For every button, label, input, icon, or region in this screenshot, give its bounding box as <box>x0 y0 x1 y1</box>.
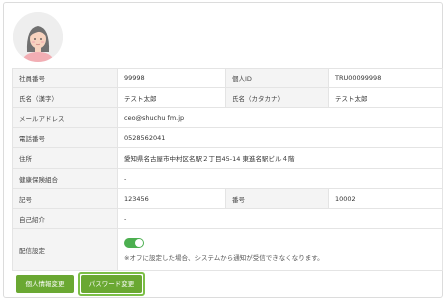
table-row: 配信設定 ※オフに設定した場合、システムから通知が受信できなくなります。 <box>12 228 443 271</box>
email-value: ceo@shuchu fm.jp <box>117 107 443 128</box>
table-row: 電話番号 0528562041 <box>12 127 443 148</box>
self-intro-value: - <box>117 208 443 229</box>
employee-number-value: 99998 <box>117 68 226 88</box>
table-row: メールアドレス ceo@shuchu fm.jp <box>12 107 443 128</box>
symbol-value: 123456 <box>117 188 226 209</box>
change-password-button[interactable]: パスワード変更 <box>81 275 142 293</box>
avatar-illustration <box>13 12 63 62</box>
address-label: 住所 <box>12 147 118 169</box>
symbol-label: 記号 <box>12 188 118 209</box>
notification-setting-cell: ※オフに設定した場合、システムから通知が受信できなくなります。 <box>117 228 443 271</box>
table-row: 社員番号 99998 個人ID TRU00099998 <box>12 68 443 88</box>
edit-profile-button[interactable]: 個人情報変更 <box>16 275 74 293</box>
address-value: 愛知県名古屋市中村区名駅２丁目45-14 東進名駅ビル４階 <box>117 147 443 169</box>
table-row: 自己紹介 - <box>12 208 443 229</box>
toggle-knob <box>135 238 143 247</box>
table-row: 住所 愛知県名古屋市中村区名駅２丁目45-14 東進名駅ビル４階 <box>12 147 443 169</box>
personal-id-value: TRU00099998 <box>328 68 443 88</box>
employee-number-label: 社員番号 <box>12 68 118 88</box>
phone-label: 電話番号 <box>12 127 118 148</box>
table-row: 記号 123456 番号 10002 <box>12 188 443 209</box>
email-label: メールアドレス <box>12 107 118 128</box>
notification-setting-label: 配信設定 <box>12 228 118 271</box>
phone-value: 0528562041 <box>117 127 443 148</box>
notification-note: ※オフに設定した場合、システムから通知が受信できなくなります。 <box>124 253 324 262</box>
name-katakana-value: テスト太郎 <box>328 87 443 108</box>
profile-info-table: 社員番号 99998 個人ID TRU00099998 氏名（漢字） テスト太郎… <box>12 68 443 271</box>
self-intro-label: 自己紹介 <box>12 208 118 229</box>
personal-id-label: 個人ID <box>225 68 329 88</box>
user-avatar <box>13 12 63 62</box>
profile-card: 社員番号 99998 個人ID TRU00099998 氏名（漢字） テスト太郎… <box>3 2 443 298</box>
health-insurance-label: 健康保険組合 <box>12 168 118 189</box>
number-value: 10002 <box>328 188 443 209</box>
name-kanji-value: テスト太郎 <box>117 87 226 108</box>
table-row: 氏名（漢字） テスト太郎 氏名（カタカナ） テスト太郎 <box>12 87 443 108</box>
health-insurance-value: - <box>117 168 443 189</box>
notification-toggle[interactable] <box>124 237 144 248</box>
number-label: 番号 <box>225 188 329 209</box>
name-katakana-label: 氏名（カタカナ） <box>225 87 329 108</box>
name-kanji-label: 氏名（漢字） <box>12 87 118 108</box>
table-row: 健康保険組合 - <box>12 168 443 189</box>
